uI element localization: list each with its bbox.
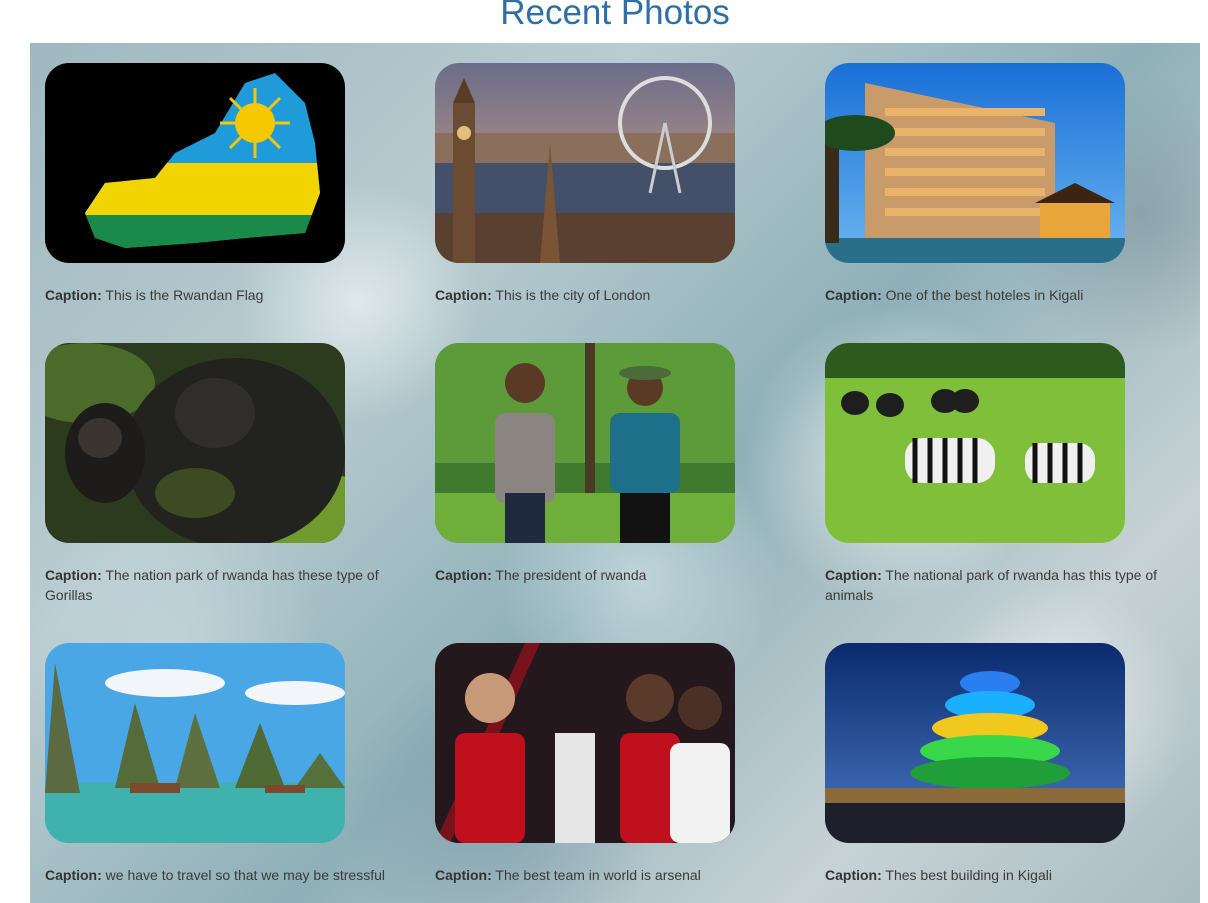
bay-islands-image[interactable]: [45, 643, 345, 843]
photo-caption: Caption: we have to travel so that we ma…: [45, 867, 386, 883]
photo-card: Caption: The president of rwanda: [435, 343, 795, 585]
photo-gallery: Caption: This is the Rwandan Flag Captio…: [30, 43, 1200, 903]
photo-card: Caption: Thes best building in Kigali: [825, 643, 1185, 885]
photo-card: Caption: This is the city of London: [435, 63, 795, 305]
photo-caption: Caption: The president of rwanda: [435, 567, 647, 583]
photo-caption: Caption: The best team in world is arsen…: [435, 867, 701, 883]
photo-card: Caption: The national park of rwanda has…: [825, 343, 1185, 605]
photo-caption: Caption: This is the Rwandan Flag: [45, 287, 264, 303]
gorillas-image[interactable]: [45, 343, 345, 543]
zebras-buffalo-image[interactable]: [825, 343, 1125, 543]
page-title: Recent Photos: [500, 0, 730, 32]
photo-caption: Caption: Thes best building in Kigali: [825, 867, 1052, 883]
photo-caption: Caption: The national park of rwanda has…: [825, 567, 1158, 603]
photo-card: Caption: The best team in world is arsen…: [435, 643, 795, 885]
rwanda-flag-map-image[interactable]: [45, 63, 345, 263]
photo-card: Caption: One of the best hoteles in Kiga…: [825, 63, 1185, 305]
kigali-convention-center-image[interactable]: [825, 643, 1125, 843]
photo-caption: Caption: This is the city of London: [435, 287, 651, 303]
photo-caption: Caption: One of the best hoteles in Kiga…: [825, 287, 1084, 303]
photo-card: Caption: The nation park of rwanda has t…: [45, 343, 405, 605]
london-city-image[interactable]: [435, 63, 735, 263]
kigali-hotel-image[interactable]: [825, 63, 1125, 263]
arsenal-visit-rwanda-image[interactable]: [435, 643, 735, 843]
photo-caption: Caption: The nation park of rwanda has t…: [45, 567, 379, 603]
president-walking-image[interactable]: [435, 343, 735, 543]
photo-card: Caption: This is the Rwandan Flag: [45, 63, 405, 305]
photo-card: Caption: we have to travel so that we ma…: [45, 643, 405, 885]
